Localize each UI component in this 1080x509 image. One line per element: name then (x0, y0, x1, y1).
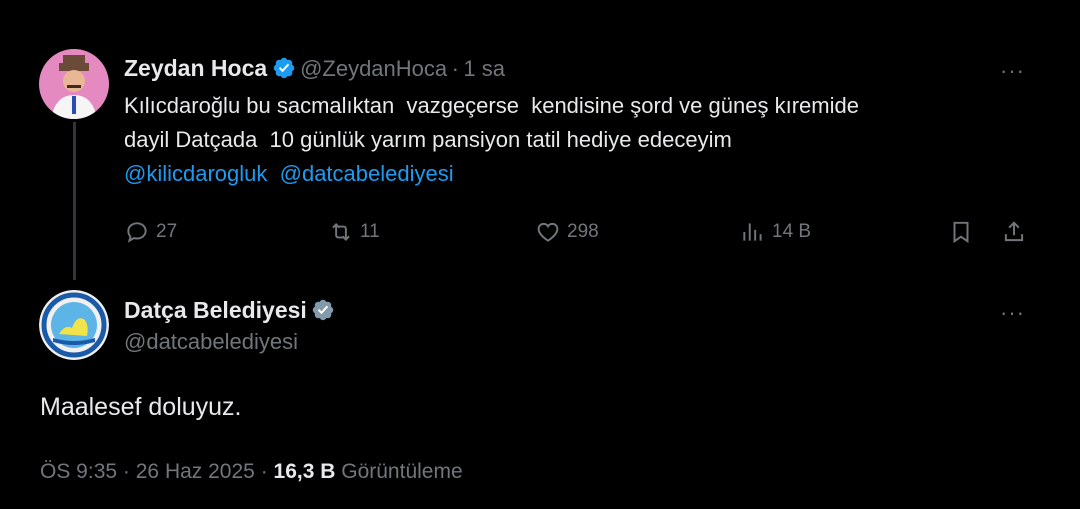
author-handle[interactable]: @ZeydanHoca (300, 56, 447, 81)
reply-count: 27 (156, 221, 178, 242)
views-button[interactable]: 14 B (740, 219, 811, 245)
municipality-logo (39, 290, 109, 360)
retweet-count: 11 (360, 221, 380, 242)
separator: · (451, 56, 459, 81)
views-icon (743, 223, 762, 241)
retweet-button[interactable]: 11 (328, 219, 380, 245)
reply-button[interactable]: 27 (124, 219, 177, 245)
like-button[interactable]: 298 (535, 219, 599, 245)
views-count: 14 B (772, 221, 812, 242)
reply-views-count: 16,3 B (273, 460, 336, 483)
tweet-text: Kılıcdaroğlu bu sacmalıktan vazgeçerse k… (124, 89, 1044, 191)
like-icon (537, 222, 559, 242)
tweet-text-line-1: Kılıcdaroğlu bu sacmalıktan vazgeçerse k… (124, 93, 859, 118)
reply-date[interactable]: 26 Haz 2025 (136, 460, 255, 483)
reply-author-name[interactable]: Datça Belediyesi (124, 297, 307, 323)
verified-gray-badge-icon (311, 298, 335, 322)
reply-text: Maalesef doluyuz. (40, 393, 242, 421)
separator: · (260, 460, 268, 483)
mention-link[interactable]: @datcabelediyesi (280, 161, 454, 186)
share-icon (1004, 221, 1024, 242)
tweet-header: Zeydan Hoca @ZeydanHoca · 1 sa (124, 55, 505, 82)
reply-header: Datça Belediyesi (124, 297, 335, 324)
avatar-image (39, 49, 109, 119)
share-button[interactable] (1001, 219, 1033, 245)
bookmark-button[interactable] (948, 219, 980, 245)
reply-views-label: Görüntüleme (341, 460, 463, 483)
author-name[interactable]: Zeydan Hoca (124, 55, 267, 81)
reply-icon (127, 222, 147, 243)
reply-time[interactable]: ÖS 9:35 (40, 460, 117, 483)
avatar-zeydan-hoca[interactable] (39, 49, 109, 119)
mention-link[interactable]: @kilicdarogluk (124, 161, 267, 186)
separator: · (122, 460, 130, 483)
bookmark-icon (953, 221, 969, 244)
retweet-icon (332, 223, 350, 241)
reply-more-options-button[interactable]: ··· (1000, 300, 1025, 326)
verified-badge-icon (272, 56, 296, 80)
timestamp[interactable]: 1 sa (463, 56, 505, 81)
more-options-button[interactable]: ··· (1000, 58, 1025, 84)
avatar-datca-belediyesi[interactable] (39, 290, 109, 360)
reply-author-handle[interactable]: @datcabelediyesi (124, 329, 298, 355)
thread-line (73, 122, 76, 280)
tweet-text-line-2: dayil Datçada 10 günlük yarım pansiyon t… (124, 127, 732, 152)
reply-meta: ÖS 9:35 · 26 Haz 2025 · 16,3 B Görüntüle… (40, 460, 463, 484)
like-count: 298 (567, 221, 599, 242)
